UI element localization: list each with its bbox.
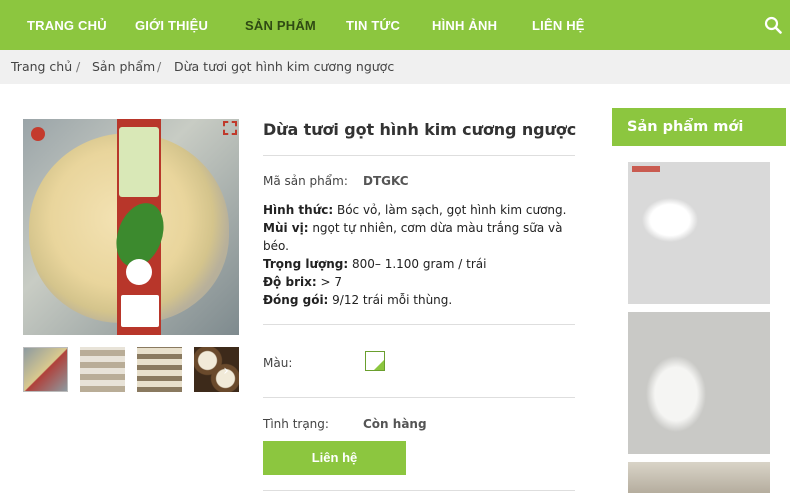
nav-item-about[interactable]: GIỚI THIỆU: [135, 0, 208, 50]
check-corner-icon: [374, 360, 384, 370]
color-swatch[interactable]: [365, 351, 385, 371]
breadcrumb-home[interactable]: Trang chủ: [11, 50, 72, 84]
sku-label: Mã sản phẩm:: [263, 174, 348, 188]
sidebar-product-image[interactable]: [628, 312, 770, 454]
brand-logo: [126, 259, 152, 285]
qr-code: [121, 295, 159, 327]
product-thumbnail[interactable]: [23, 347, 68, 392]
product-main-image[interactable]: [23, 119, 239, 335]
breadcrumb: Trang chủ / Sản phẩm / Dừa tươi gọt hình…: [0, 50, 790, 84]
chevron-right-icon[interactable]: ›: [219, 363, 233, 379]
product-thumbnail[interactable]: [80, 347, 125, 392]
nav-item-news[interactable]: TIN TỨC: [346, 0, 400, 50]
top-navbar: TRANG CHỦ GIỚI THIỆU SẢN PHẨM TIN TỨC HÌ…: [0, 0, 790, 50]
nav-item-contact[interactable]: LIÊN HỆ: [532, 0, 585, 50]
watermark-logo: [31, 127, 45, 141]
detail-taste: Mùi vị: ngọt tự nhiên, cơm dừa màu trắng…: [263, 221, 563, 253]
sidebar-title: Sản phẩm mới: [627, 119, 744, 135]
sidebar-header: Sản phẩm mới: [612, 108, 786, 146]
sidebar-product-image[interactable]: [628, 462, 770, 493]
product-label-tag: [119, 127, 159, 197]
detail-weight: Trọng lượng: 800– 1.100 gram / trái: [263, 257, 487, 271]
sidebar-product-image[interactable]: [628, 162, 770, 304]
color-label: Màu:: [263, 356, 293, 370]
divider: [263, 490, 575, 491]
search-icon[interactable]: [764, 16, 782, 34]
product-thumbnail[interactable]: [137, 347, 182, 392]
nav-item-gallery[interactable]: HÌNH ẢNH: [432, 0, 497, 50]
divider: [263, 155, 575, 156]
breadcrumb-current: Dừa tươi gọt hình kim cương ngược: [174, 59, 395, 74]
divider: [263, 397, 575, 398]
detail-packaging: Đóng gói: 9/12 trái mỗi thùng.: [263, 293, 453, 307]
watermark-logo: [632, 166, 660, 172]
product-title: Dừa tươi gọt hình kim cương ngược: [263, 120, 577, 139]
status-label: Tình trạng:: [263, 417, 329, 431]
detail-form: Hình thức: Bóc vỏ, làm sạch, gọt hình ki…: [263, 203, 567, 217]
breadcrumb-products[interactable]: Sản phẩm: [92, 50, 155, 84]
nav-item-products[interactable]: SẢN PHẨM: [245, 0, 316, 50]
breadcrumb-separator: /: [76, 59, 81, 74]
status-value: Còn hàng: [363, 417, 427, 431]
sku-value: DTGKC: [363, 174, 409, 188]
product-details: Hình thức: Bóc vỏ, làm sạch, gọt hình ki…: [263, 201, 575, 309]
zoom-icon[interactable]: [223, 121, 237, 135]
nav-item-home[interactable]: TRANG CHỦ: [27, 0, 107, 50]
contact-button[interactable]: Liên hệ: [263, 441, 406, 475]
detail-brix: Độ brix: > 7: [263, 275, 342, 289]
divider: [263, 324, 575, 325]
breadcrumb-separator: /: [157, 59, 162, 74]
